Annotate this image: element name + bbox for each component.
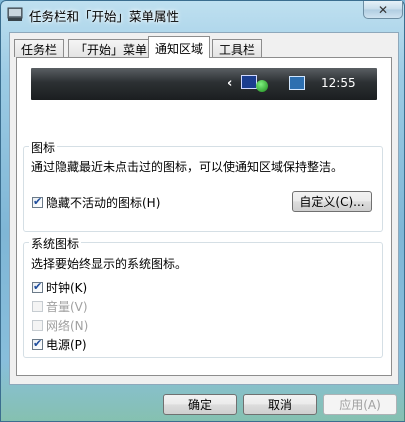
tray-preview: ‹ 12:55	[31, 68, 377, 100]
checkbox-box	[32, 301, 43, 312]
tab-start-menu[interactable]: 「开始」菜单	[68, 39, 155, 57]
checkbox-box	[32, 320, 43, 331]
tab-label: 工具栏	[219, 43, 256, 57]
icons-group-title: 图标	[29, 139, 58, 156]
system-icons-description: 选择要始终显示的系统图标。	[31, 257, 188, 271]
tab-label: 通知区域	[155, 42, 204, 56]
checkbox-box[interactable]	[32, 195, 43, 208]
checkbox-box[interactable]	[32, 280, 43, 293]
tab-label: 任务栏	[21, 43, 58, 57]
notification-area-panel: ‹ 12:55 图标 通过隐藏最近未点击过的图标，可以使通知区域保持整洁。 隐藏…	[16, 57, 392, 376]
checkbox-label: 网络(N)	[46, 319, 89, 333]
power-checkbox[interactable]: 电源(P)	[32, 336, 87, 353]
network-checkbox: 网络(N)	[32, 317, 88, 334]
tab-notification-area[interactable]: 通知区域	[148, 36, 211, 58]
icons-group-description: 通过隐藏最近未点击过的图标，可以使通知区域保持整洁。	[31, 160, 344, 174]
system-icons-group-title: 系统图标	[29, 235, 82, 252]
customize-button[interactable]: 自定义(C)...	[292, 191, 372, 212]
tab-taskbar[interactable]: 任务栏	[14, 39, 65, 57]
system-icons-group: 系统图标 选择要始终显示的系统图标。 时钟(K) 音量(V) 网络(N) 电源(…	[23, 235, 383, 358]
tray-clock: 12:55	[321, 76, 356, 90]
show-hidden-icons-chevron: ‹	[227, 76, 233, 91]
close-icon: ✕	[377, 2, 389, 17]
security-shield-icon	[256, 80, 268, 92]
checkbox-label: 电源(P)	[46, 338, 87, 352]
tab-label: 「开始」菜单	[75, 43, 148, 57]
cancel-button[interactable]: 取消	[243, 394, 317, 415]
cancel-button-label: 取消	[267, 398, 292, 412]
checkbox-label: 隐藏不活动的图标(H)	[46, 196, 161, 210]
tab-toolbars[interactable]: 工具栏	[212, 39, 263, 57]
volume-checkbox: 音量(V)	[32, 298, 88, 315]
ok-button-label: 确定	[187, 398, 212, 412]
apply-button-label: 应用(A)	[339, 398, 381, 412]
ok-button[interactable]: 确定	[163, 394, 237, 415]
taskbar-properties-icon	[7, 7, 23, 21]
title-bar[interactable]: 任务栏和「开始」菜单属性 ✕	[1, 1, 405, 29]
dialog-window: 任务栏和「开始」菜单属性 ✕ 任务栏 「开始」菜单 通知区域 工具栏 ‹ 12:…	[0, 0, 405, 422]
apply-button: 应用(A)	[323, 394, 397, 415]
close-button[interactable]: ✕	[363, 1, 403, 19]
hide-inactive-icons-checkbox[interactable]: 隐藏不活动的图标(H)	[32, 194, 160, 211]
clock-checkbox[interactable]: 时钟(K)	[32, 279, 87, 296]
media-center-icon	[241, 75, 257, 89]
icons-group: 图标 通过隐藏最近未点击过的图标，可以使通知区域保持整洁。 隐藏不活动的图标(H…	[23, 139, 383, 232]
window-title: 任务栏和「开始」菜单属性	[29, 9, 180, 24]
checkbox-box[interactable]	[32, 337, 43, 350]
checkbox-label: 时钟(K)	[46, 281, 88, 295]
checkbox-label: 音量(V)	[46, 300, 88, 314]
customize-button-label: 自定义(C)...	[299, 195, 365, 209]
dialog-client-area: 任务栏 「开始」菜单 通知区域 工具栏 ‹ 12:55 图标 通过隐藏最近未点击…	[9, 32, 399, 385]
network-icon	[289, 76, 305, 90]
